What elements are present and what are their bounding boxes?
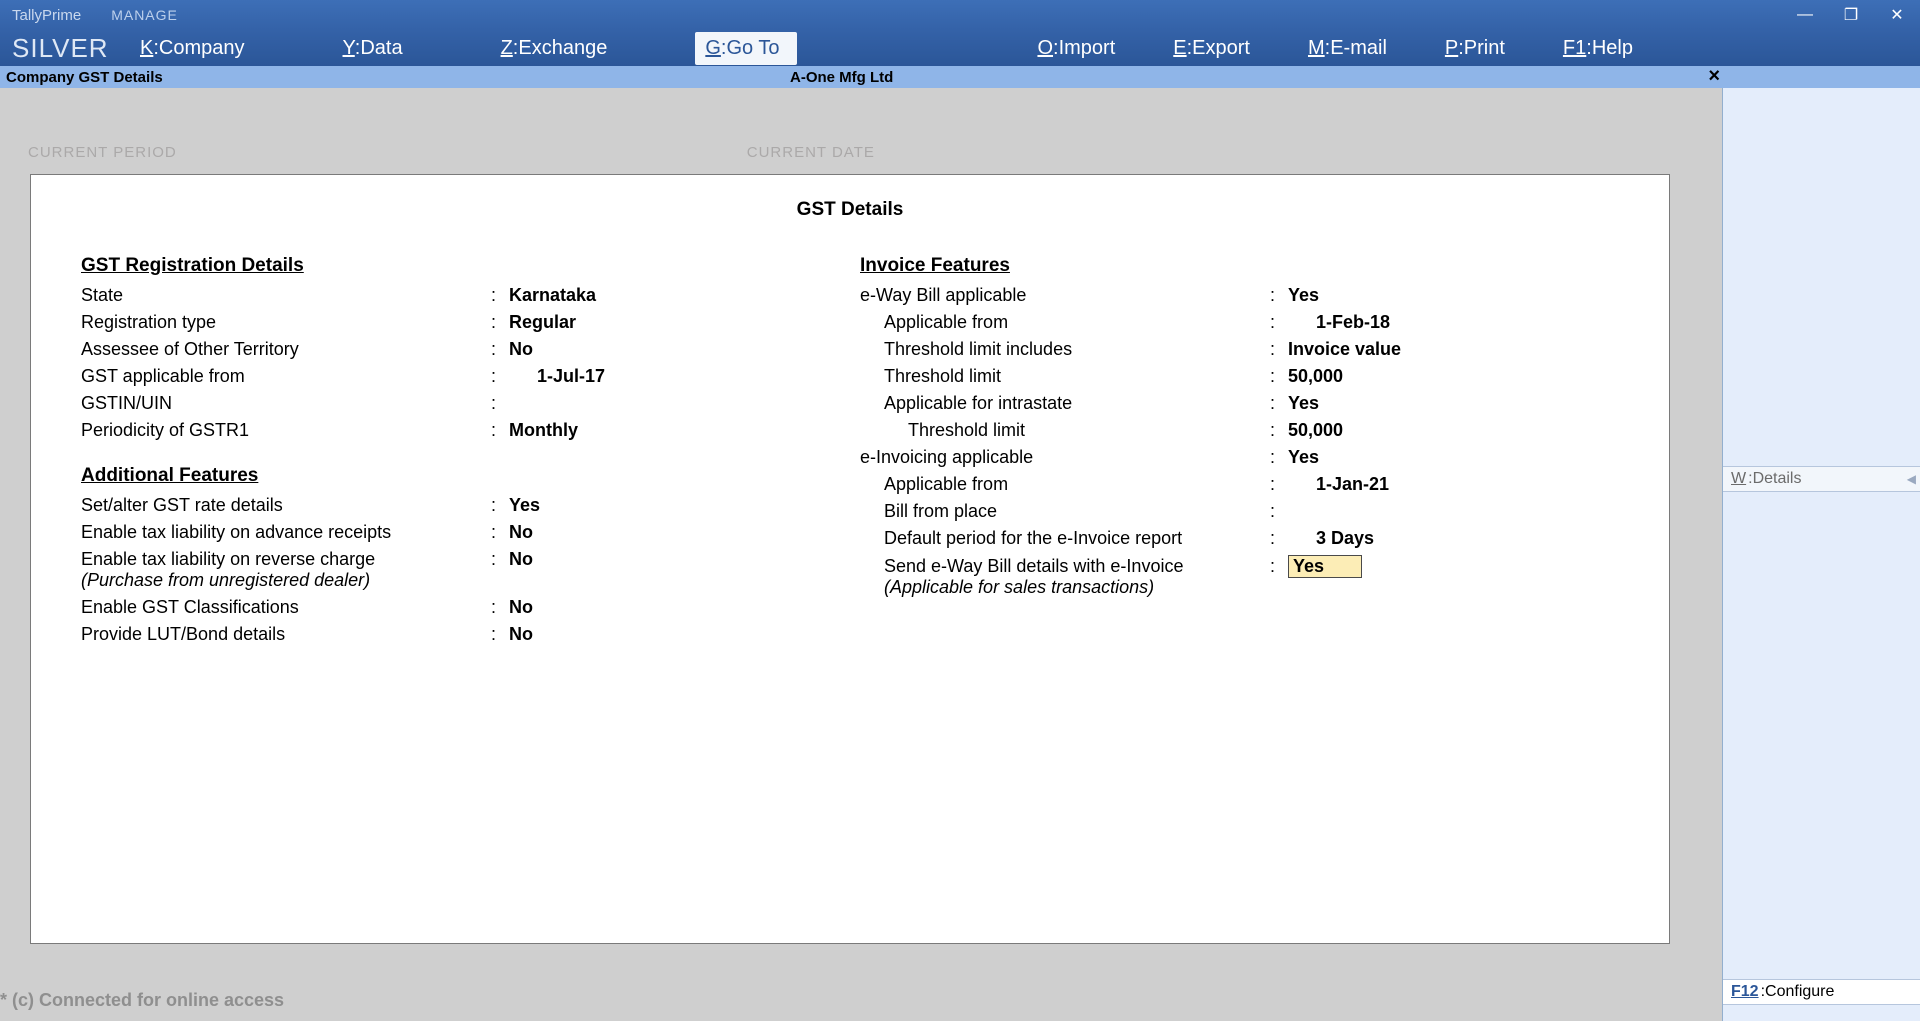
company-name: A-One Mfg Ltd xyxy=(790,69,893,86)
field-state: State:Karnataka xyxy=(81,285,850,306)
field-gst-applicable-from: GST applicable from:1-Jul-17 xyxy=(81,366,850,387)
menu-exchange[interactable]: Z:Exchange xyxy=(491,32,626,65)
window-controls: — ❐ ✕ xyxy=(1782,0,1920,30)
field-assessee-other-territory: Assessee of Other Territory:No xyxy=(81,339,850,360)
field-eway-intrastate-threshold: Threshold limit:50,000 xyxy=(860,420,1669,441)
background-labels: CURRENT PERIOD CURRENT DATE xyxy=(28,144,1694,161)
side-details-button[interactable]: W:Details ◀ xyxy=(1723,466,1920,492)
field-enable-gst-classifications: Enable GST Classifications:No xyxy=(81,597,850,618)
field-gstin-uin: GSTIN/UIN: xyxy=(81,393,850,414)
field-einvoicing-applicable: e-Invoicing applicable:Yes xyxy=(860,447,1669,468)
menu-email[interactable]: M:E-mail xyxy=(1298,32,1405,65)
current-period-label: CURRENT PERIOD xyxy=(28,144,177,161)
app-edition: SILVER xyxy=(0,33,130,64)
menu-export[interactable]: E:Export xyxy=(1163,32,1268,65)
close-window-button[interactable]: ✕ xyxy=(1874,0,1920,30)
field-provide-lut-bond: Provide LUT/Bond details:No xyxy=(81,624,850,645)
menu-print[interactable]: P:Print xyxy=(1435,32,1523,65)
context-bar: Company GST Details A-One Mfg Ltd × xyxy=(0,66,1920,88)
side-configure-button[interactable]: F12:Configure xyxy=(1723,979,1920,1005)
menu-company[interactable]: K:Company xyxy=(130,32,263,65)
menu-goto[interactable]: G:Go To xyxy=(695,32,797,65)
current-date-label: CURRENT DATE xyxy=(747,144,875,161)
manage-link[interactable]: MANAGE xyxy=(111,7,178,23)
menu-bar: SILVER K:Company Y:Data Z:Exchange G:Go … xyxy=(0,30,1920,66)
field-eway-applicable: e-Way Bill applicable:Yes xyxy=(860,285,1669,306)
field-bill-from-place: Bill from place: xyxy=(860,501,1669,522)
menu-import[interactable]: O:Import xyxy=(1027,32,1133,65)
field-gstr1-periodicity: Periodicity of GSTR1:Monthly xyxy=(81,420,850,441)
field-registration-type: Registration type:Regular xyxy=(81,312,850,333)
app-name: TallyPrime xyxy=(12,7,81,24)
active-field[interactable]: Yes xyxy=(1288,555,1362,578)
field-send-eway-with-einvoice: Send e-Way Bill details with e-Invoice (… xyxy=(860,555,1669,598)
chevron-left-icon: ◀ xyxy=(1907,472,1916,486)
status-line: * (c) Connected for online access xyxy=(0,990,284,1011)
right-column: Invoice Features e-Way Bill applicable:Y… xyxy=(850,251,1669,651)
field-eway-threshold: Threshold limit:50,000 xyxy=(860,366,1669,387)
workspace: CURRENT PERIOD CURRENT DATE * (c) Connec… xyxy=(0,88,1722,1021)
menu-data[interactable]: Y:Data xyxy=(333,32,421,65)
restore-button[interactable]: ❐ xyxy=(1828,0,1874,30)
section-invoice-features: Invoice Features xyxy=(860,255,1669,277)
field-default-einvoice-period: Default period for the e-Invoice report:… xyxy=(860,528,1669,549)
field-eway-threshold-includes: Threshold limit includes:Invoice value xyxy=(860,339,1669,360)
field-eway-intrastate: Applicable for intrastate:Yes xyxy=(860,393,1669,414)
section-additional-features: Additional Features xyxy=(81,465,850,487)
side-panel: W:Details ◀ F12:Configure xyxy=(1722,88,1920,1021)
field-eway-applicable-from: Applicable from:1-Feb-18 xyxy=(860,312,1669,333)
minimize-button[interactable]: — xyxy=(1782,0,1828,30)
field-einvoicing-from: Applicable from:1-Jan-21 xyxy=(860,474,1669,495)
title-bar: TallyPrime MANAGE — ❐ ✕ xyxy=(0,0,1920,30)
left-column: GST Registration Details State:Karnataka… xyxy=(31,251,850,651)
field-tax-liability-reverse: Enable tax liability on reverse charge (… xyxy=(81,549,850,591)
screen-name: Company GST Details xyxy=(0,69,790,86)
close-icon[interactable]: × xyxy=(1708,65,1720,88)
gst-details-pane: GST Details GST Registration Details Sta… xyxy=(30,174,1670,944)
pane-title: GST Details xyxy=(31,199,1669,221)
field-set-alter-gst-rate: Set/alter GST rate details:Yes xyxy=(81,495,850,516)
section-gst-registration: GST Registration Details xyxy=(81,255,850,277)
menu-help[interactable]: F1:Help xyxy=(1553,32,1651,65)
field-tax-liability-advance: Enable tax liability on advance receipts… xyxy=(81,522,850,543)
